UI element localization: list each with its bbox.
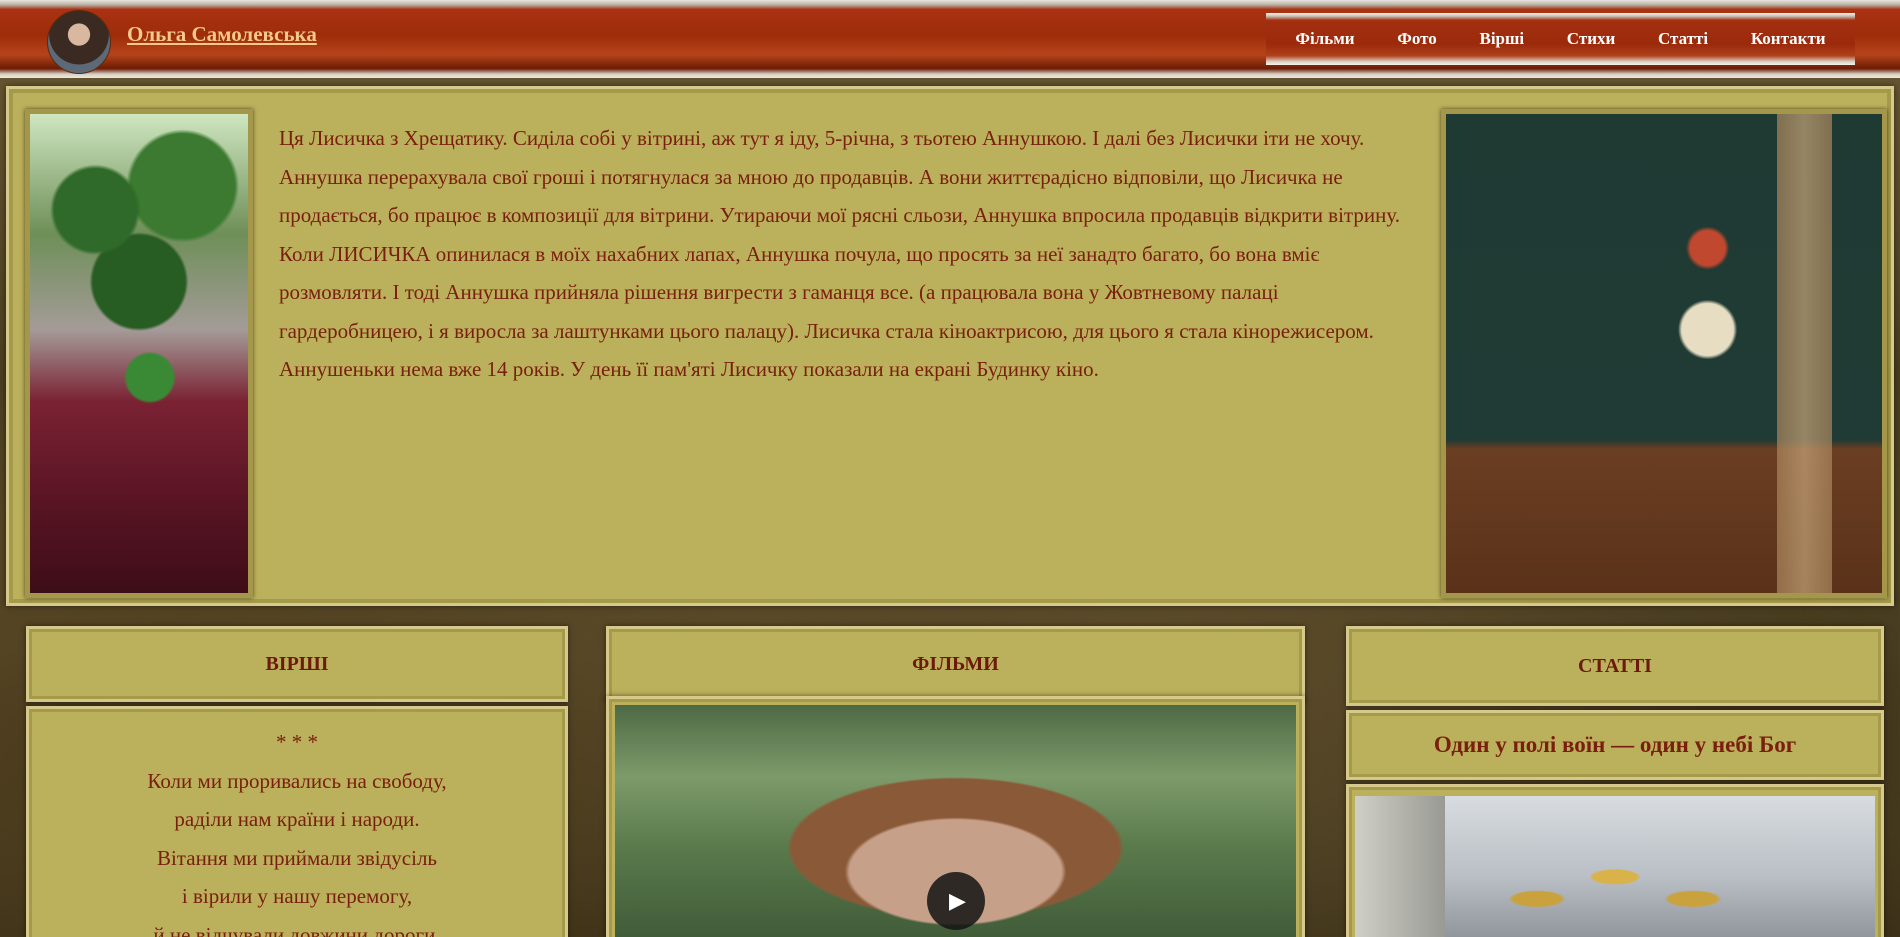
articles-heading[interactable]: СТАТТІ <box>1346 626 1884 706</box>
poem-text: * * * Коли ми проривались на свободу, ра… <box>29 709 565 937</box>
article-image-box <box>1346 784 1884 937</box>
intro-story-text: Ця Лисичка з Хрещатику. Сиділа собі у ві… <box>279 126 1400 381</box>
nav-item-poems-ru[interactable]: Стихи <box>1557 23 1626 55</box>
site-title-link[interactable]: Ольга Самолевська <box>127 22 317 47</box>
poem-line: і вірили у нашу перемогу, <box>181 884 413 908</box>
avatar[interactable] <box>47 10 111 74</box>
video-box: ▶ <box>606 696 1305 937</box>
films-heading[interactable]: ФІЛЬМИ <box>606 626 1305 702</box>
poem-line: Вітання ми приймали звідусіль <box>156 845 438 870</box>
cathedral-photo[interactable] <box>1355 796 1875 937</box>
tree-photo[interactable] <box>25 109 253 598</box>
nav-item-photo[interactable]: Фото <box>1387 23 1447 55</box>
video-player[interactable]: ▶ <box>615 705 1296 937</box>
stage-photo[interactable] <box>1441 109 1887 598</box>
articles-heading-label: СТАТТІ <box>1578 654 1652 677</box>
poem-line: * * * <box>276 730 318 754</box>
films-heading-label: ФІЛЬМИ <box>912 652 999 675</box>
site-header: Ольга Самолевська Фільми Фото Вірші Стих… <box>0 0 1900 78</box>
poem-line: раділи нам країни і народи. <box>174 807 420 831</box>
poem-line: й не відчували довжини дороги. <box>153 922 441 937</box>
article-title[interactable]: Один у полі воїн — один у небі Бог <box>1434 732 1796 758</box>
poems-heading[interactable]: ВІРШІ <box>26 626 568 702</box>
nav-item-films[interactable]: Фільми <box>1285 23 1364 55</box>
nav-item-contacts[interactable]: Контакти <box>1741 23 1836 55</box>
poem-line: Коли ми проривались на свободу, <box>147 768 447 793</box>
intro-panel: Ця Лисичка з Хрещатику. Сиділа собі у ві… <box>6 86 1894 606</box>
poems-heading-label: ВІРШІ <box>265 652 329 675</box>
play-icon[interactable]: ▶ <box>926 872 985 930</box>
article-title-box[interactable]: Один у полі воїн — один у небі Бог <box>1346 710 1884 780</box>
poem-box: * * * Коли ми проривались на свободу, ра… <box>26 706 568 937</box>
main-nav: Фільми Фото Вірші Стихи Статті Контакти <box>1266 13 1855 65</box>
nav-item-articles[interactable]: Статті <box>1648 23 1718 55</box>
nav-item-poems-ua[interactable]: Вірші <box>1470 23 1535 55</box>
